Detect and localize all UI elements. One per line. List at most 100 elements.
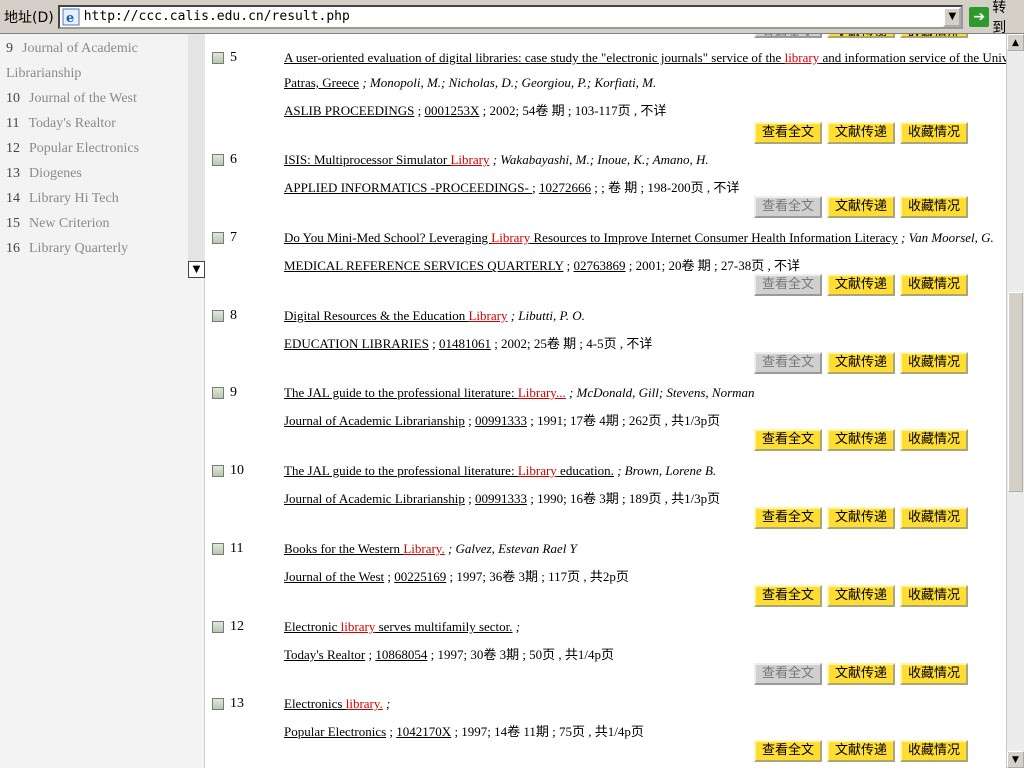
fulltext-button[interactable]: 查看全文 xyxy=(753,122,822,144)
record-info: ; 1990; 16卷 3期 ; 189页 , 共1/3p页 xyxy=(526,491,721,506)
sidebar-journal-item[interactable]: 16 Library Quarterly xyxy=(6,236,186,261)
record-line-source: APPLIED INFORMATICS -PROCEEDINGS- ; 1027… xyxy=(284,177,739,196)
fulltext-button[interactable]: 查看全文 xyxy=(753,196,822,218)
record-issn[interactable]: 01481061 xyxy=(439,336,491,351)
delivery-button[interactable]: 文献传递 xyxy=(826,585,895,607)
title-highlight: library xyxy=(784,50,820,65)
record-journal[interactable]: Journal of Academic Librarianship xyxy=(284,491,465,506)
record-checkbox[interactable] xyxy=(212,52,224,64)
partial-top-buttons: 查看全文 文献传递 收藏情况 xyxy=(753,34,968,38)
record-journal[interactable]: Today's Realtor xyxy=(284,647,365,662)
record-checkbox[interactable] xyxy=(212,465,224,477)
record-issn[interactable]: 00991333 xyxy=(475,491,527,506)
record-title[interactable]: Digital Resources & the Education Librar… xyxy=(284,308,507,323)
record-checkbox[interactable] xyxy=(212,310,224,322)
delivery-button[interactable]: 文献传递 xyxy=(826,507,895,529)
sep: ; xyxy=(414,103,425,118)
record-title[interactable]: Electronic library serves multifamily se… xyxy=(284,619,513,634)
title-text[interactable]: Patras, Greece xyxy=(284,75,359,90)
record-issn[interactable]: 02763869 xyxy=(574,258,626,273)
fulltext-button[interactable]: 查看全文 xyxy=(753,663,822,685)
holdings-button[interactable]: 收藏情况 xyxy=(899,740,968,762)
sidebar-journal-item[interactable]: 15 New Criterion xyxy=(6,211,186,236)
delivery-button[interactable]: 文献传递 xyxy=(826,196,895,218)
holdings-button[interactable]: 收藏情况 xyxy=(899,663,968,685)
holdings-button[interactable]: 收藏情况 xyxy=(899,352,968,374)
holdings-button[interactable]: 收藏情况 xyxy=(899,507,968,529)
delivery-button[interactable]: 文献传递 xyxy=(826,274,895,296)
scroll-up-icon[interactable]: ▲ xyxy=(1007,34,1024,51)
sidebar-journal-item[interactable]: 14 Library Hi Tech xyxy=(6,186,186,211)
sidebar-journal-item[interactable]: 9 Journal of Academic xyxy=(6,36,186,61)
record-issn[interactable]: 10868054 xyxy=(375,647,427,662)
record-title[interactable]: The JAL guide to the professional litera… xyxy=(284,385,566,400)
result-record: 12 Electronic library serves multifamily … xyxy=(206,619,1006,699)
delivery-button[interactable]: 文献传递 xyxy=(826,122,895,144)
scroll-thumb[interactable] xyxy=(1008,292,1023,492)
left-scroll-down-icon[interactable]: ▼ xyxy=(188,261,205,278)
record-issn[interactable]: 00991333 xyxy=(475,413,527,428)
record-journal[interactable]: Journal of the West xyxy=(284,569,384,584)
fulltext-button[interactable]: 查看全文 xyxy=(753,585,822,607)
sidebar-journal-item[interactable]: 13 Diogenes xyxy=(6,161,186,186)
delivery-button[interactable]: 文献传递 xyxy=(826,34,895,38)
left-list-scrollbar[interactable]: ▼ xyxy=(188,34,205,278)
sep: ; xyxy=(428,336,439,351)
sidebar-journal-item[interactable]: 11 Today's Realtor xyxy=(6,111,186,136)
fulltext-button[interactable]: 查看全文 xyxy=(753,352,822,374)
record-issn[interactable]: 00225169 xyxy=(394,569,446,584)
holdings-button[interactable]: 收藏情况 xyxy=(899,122,968,144)
ie-page-icon: e xyxy=(62,8,80,26)
delivery-button[interactable]: 文献传递 xyxy=(826,740,895,762)
holdings-button[interactable]: 收藏情况 xyxy=(899,34,968,38)
holdings-button[interactable]: 收藏情况 xyxy=(899,429,968,451)
sidebar-journal-item[interactable]: 10 Journal of the West xyxy=(6,86,186,111)
record-line-authors: Patras, Greece ; Monopoli, M.; Nicholas,… xyxy=(284,75,656,91)
sidebar-journal-item[interactable]: 12 Popular Electronics xyxy=(6,136,186,161)
record-journal[interactable]: ASLIB PROCEEDINGS xyxy=(284,103,414,118)
record-journal[interactable]: EDUCATION LIBRARIES xyxy=(284,336,429,351)
address-input[interactable]: e http://ccc.calis.edu.cn/result.php ▼ xyxy=(57,4,964,29)
record-title[interactable]: Do You Mini-Med School? Leveraging Libra… xyxy=(284,230,898,245)
record-issn[interactable]: 10272666 xyxy=(539,180,591,195)
record-journal[interactable]: Popular Electronics xyxy=(284,724,386,739)
fulltext-button[interactable]: 查看全文 xyxy=(753,507,822,529)
record-title[interactable]: Electronics library. xyxy=(284,696,383,711)
address-dropdown-icon[interactable]: ▼ xyxy=(943,6,962,27)
record-title[interactable]: ISIS: Multiprocessor Simulator Library xyxy=(284,152,489,167)
record-checkbox[interactable] xyxy=(212,698,224,710)
record-checkbox[interactable] xyxy=(212,543,224,555)
record-checkbox[interactable] xyxy=(212,387,224,399)
record-checkbox[interactable] xyxy=(212,621,224,633)
delivery-button[interactable]: 文献传递 xyxy=(826,663,895,685)
record-authors: ; Brown, Lorene B. xyxy=(613,463,717,478)
record-checkbox[interactable] xyxy=(212,232,224,244)
record-checkbox[interactable] xyxy=(212,154,224,166)
delivery-button[interactable]: 文献传递 xyxy=(826,352,895,374)
result-record: 11 Books for the Western Library. ; Galve… xyxy=(206,541,1006,621)
address-bar: 地址(D) e http://ccc.calis.edu.cn/result.p… xyxy=(0,0,1024,37)
record-journal[interactable]: Journal of Academic Librarianship xyxy=(284,413,465,428)
holdings-button[interactable]: 收藏情况 xyxy=(899,274,968,296)
title-highlight: Library... xyxy=(517,385,566,400)
fulltext-button[interactable]: 查看全文 xyxy=(753,34,822,38)
record-number: 8 xyxy=(230,308,237,323)
title-text: Electronics xyxy=(284,696,346,711)
main-scrollbar[interactable]: ▲ ▼ xyxy=(1006,34,1024,768)
fulltext-button[interactable]: 查看全文 xyxy=(753,740,822,762)
record-journal[interactable]: MEDICAL REFERENCE SERVICES QUARTERLY xyxy=(284,258,563,273)
record-issn[interactable]: 0001253X xyxy=(425,103,480,118)
record-title[interactable]: A user-oriented evaluation of digital li… xyxy=(284,50,1006,65)
scroll-down-icon[interactable]: ▼ xyxy=(1007,751,1024,768)
delivery-button[interactable]: 文献传递 xyxy=(826,429,895,451)
holdings-button[interactable]: 收藏情况 xyxy=(899,196,968,218)
record-journal[interactable]: APPLIED INFORMATICS -PROCEEDINGS- xyxy=(284,180,532,195)
go-button[interactable]: ➔ 转到 xyxy=(969,0,1020,37)
fulltext-button[interactable]: 查看全文 xyxy=(753,274,822,296)
sidebar-item-label-continued: Librarianship xyxy=(6,66,82,81)
record-title[interactable]: The JAL guide to the professional litera… xyxy=(284,463,614,478)
holdings-button[interactable]: 收藏情况 xyxy=(899,585,968,607)
fulltext-button[interactable]: 查看全文 xyxy=(753,429,822,451)
record-issn[interactable]: 1042170X xyxy=(396,724,451,739)
record-title[interactable]: Books for the Western Library. xyxy=(284,541,445,556)
